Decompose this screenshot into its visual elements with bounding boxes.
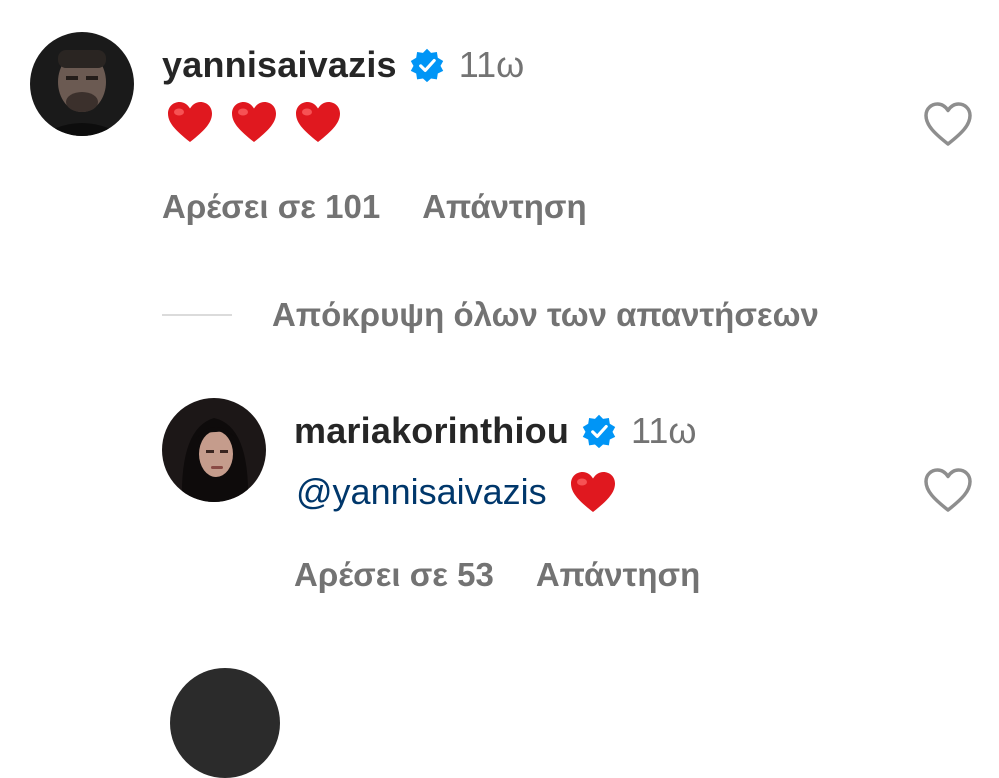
comment-actions: Αρέσει σε 53 Απάντηση [294, 556, 700, 594]
comment-text: @yannisaivazis [296, 470, 633, 514]
hide-replies-toggle[interactable]: Απόκρυψη όλων των απαντήσεων [162, 296, 819, 334]
heart-emoji-icon [296, 102, 340, 142]
comment-header: yannisaivazis 11ω [162, 44, 524, 86]
divider [162, 314, 232, 316]
heart-outline-icon[interactable] [922, 466, 974, 514]
heart-emoji-icon [232, 102, 276, 142]
heart-emoji-icon [168, 102, 212, 142]
username[interactable]: yannisaivazis [162, 44, 397, 86]
reply-button[interactable]: Απάντηση [536, 556, 700, 594]
likes-count-link[interactable]: Αρέσει σε 101 [162, 188, 380, 226]
comment-actions: Αρέσει σε 101 Απάντηση [162, 188, 587, 226]
comment-text [166, 100, 358, 144]
reply-button[interactable]: Απάντηση [422, 188, 586, 226]
hide-replies-label[interactable]: Απόκρυψη όλων των απαντήσεων [272, 296, 819, 334]
heart-outline-icon[interactable] [922, 100, 974, 148]
avatar[interactable] [30, 32, 134, 136]
avatar[interactable] [170, 668, 280, 778]
verified-badge-icon [410, 48, 443, 83]
timestamp[interactable]: 11ω [631, 410, 696, 452]
avatar[interactable] [162, 398, 266, 502]
username[interactable]: mariakorinthiou [294, 410, 569, 452]
likes-count-link[interactable]: Αρέσει σε 53 [294, 556, 494, 594]
timestamp[interactable]: 11ω [459, 44, 524, 86]
mention-link[interactable]: @yannisaivazis [296, 471, 547, 513]
heart-emoji-icon [570, 472, 615, 512]
verified-badge-icon [582, 414, 616, 449]
comment-header: mariakorinthiou 11ω [294, 410, 697, 452]
